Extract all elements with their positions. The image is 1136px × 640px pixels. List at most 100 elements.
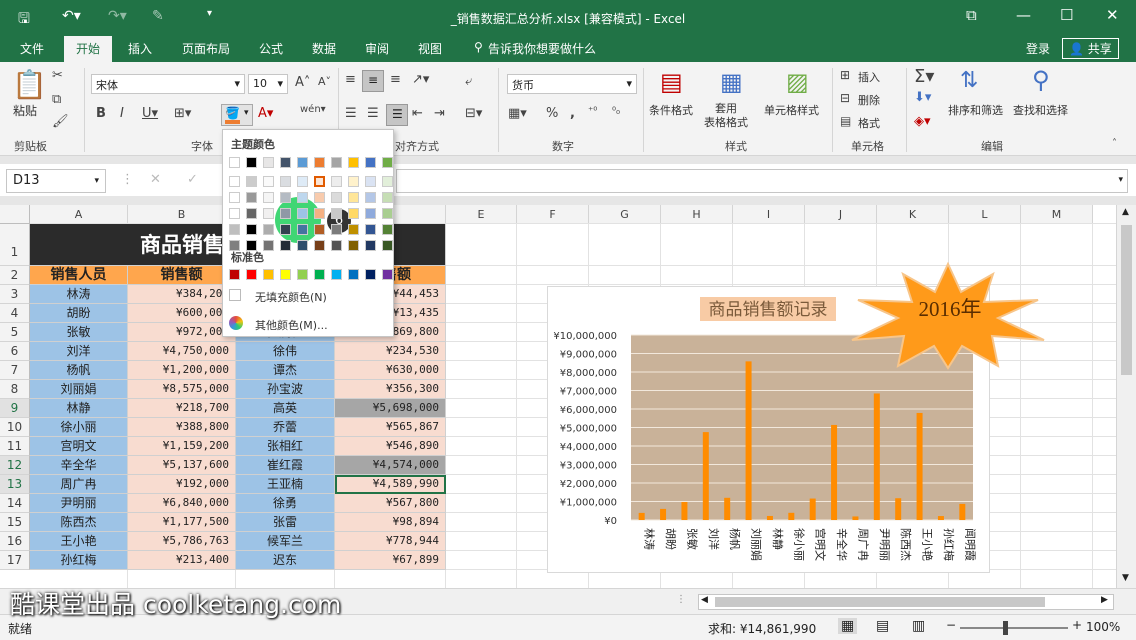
sales-amount-cell[interactable]: ¥4,750,000	[128, 342, 236, 361]
theme-color-swatch[interactable]	[246, 224, 257, 235]
bar[interactable]	[937, 516, 944, 520]
theme-color-swatch[interactable]	[382, 157, 393, 168]
theme-color-swatch[interactable]	[297, 224, 308, 235]
theme-color-swatch[interactable]	[280, 224, 291, 235]
sales-amount-cell[interactable]: ¥213,400	[128, 551, 236, 570]
page-layout-view-icon[interactable]: ▤	[876, 618, 889, 634]
theme-color-swatch[interactable]	[331, 208, 342, 219]
theme-color-swatch[interactable]	[331, 192, 342, 203]
zoom-level[interactable]: 100%	[1086, 620, 1120, 634]
theme-color-swatch[interactable]	[348, 157, 359, 168]
row-header[interactable]: 4	[0, 304, 30, 323]
sales-amount-cell[interactable]: ¥630,000	[335, 361, 446, 380]
theme-color-swatch[interactable]	[280, 240, 291, 251]
salesperson-cell[interactable]: 乔蕾	[236, 418, 335, 437]
salesperson-cell[interactable]: 周广冉	[30, 475, 128, 494]
theme-color-swatch[interactable]	[229, 224, 240, 235]
sales-amount-cell[interactable]: ¥4,589,990	[335, 475, 446, 494]
theme-color-swatch[interactable]	[365, 192, 376, 203]
theme-color-swatch[interactable]	[314, 157, 325, 168]
standard-color-swatch[interactable]	[314, 269, 325, 280]
bar[interactable]	[681, 502, 688, 520]
tab-file[interactable]: 文件	[16, 40, 48, 57]
standard-color-swatch[interactable]	[246, 269, 257, 280]
sales-amount-cell[interactable]: ¥356,300	[335, 380, 446, 399]
theme-color-swatch[interactable]	[348, 208, 359, 219]
salesperson-cell[interactable]: 徐伟	[236, 342, 335, 361]
sales-amount-cell[interactable]: ¥567,800	[335, 494, 446, 513]
row-header[interactable]: 10	[0, 418, 30, 437]
column-title-cell[interactable]: 销售额	[128, 266, 236, 285]
ribbon-display-icon[interactable]: ⧉	[966, 6, 977, 24]
bar[interactable]	[724, 497, 731, 520]
align-middle-button[interactable]: ≡	[362, 70, 384, 92]
underline-icon[interactable]: U▾	[142, 106, 158, 121]
align-center-icon[interactable]: ☰	[367, 106, 379, 121]
no-fill-option[interactable]: 无填充颜色(N)	[255, 289, 327, 305]
bar[interactable]	[809, 498, 816, 520]
cut-icon[interactable]: ✂	[52, 68, 63, 83]
standard-color-swatch[interactable]	[297, 269, 308, 280]
share-button[interactable]: 👤 共享	[1062, 38, 1119, 59]
theme-color-swatch[interactable]	[314, 208, 325, 219]
merge-center-icon[interactable]: ⊟▾	[465, 106, 482, 121]
theme-color-swatch[interactable]	[365, 157, 376, 168]
sales-amount-cell[interactable]: ¥8,575,000	[128, 380, 236, 399]
vertical-scroll-thumb[interactable]	[1121, 225, 1132, 375]
cancel-entry-icon[interactable]: ✕	[150, 172, 161, 187]
column-header[interactable]: M	[1021, 205, 1093, 224]
salesperson-cell[interactable]: 徐勇	[236, 494, 335, 513]
column-header[interactable]: E	[446, 205, 517, 224]
tab-home[interactable]: 开始	[64, 36, 113, 62]
indent-decrease-icon[interactable]: ⇤	[412, 106, 423, 121]
salesperson-cell[interactable]: 宫明文	[30, 437, 128, 456]
row-header[interactable]: 5	[0, 323, 30, 342]
theme-color-swatch[interactable]	[263, 157, 274, 168]
row-header[interactable]: 6	[0, 342, 30, 361]
theme-color-swatch[interactable]	[331, 157, 342, 168]
salesperson-cell[interactable]: 张雷	[236, 513, 335, 532]
salesperson-cell[interactable]: 高英	[236, 399, 335, 418]
sales-amount-cell[interactable]: ¥1,177,500	[128, 513, 236, 532]
sales-amount-cell[interactable]: ¥6,840,000	[128, 494, 236, 513]
align-bottom-icon[interactable]: ≡	[390, 72, 401, 87]
clear-icon[interactable]: ◈▾	[914, 114, 931, 129]
year-badge-burst[interactable]: 2016年	[848, 262, 1048, 370]
standard-color-swatch[interactable]	[365, 269, 376, 280]
page-break-view-icon[interactable]: ▥	[912, 618, 925, 634]
bar[interactable]	[745, 361, 752, 520]
tab-insert[interactable]: 插入	[124, 40, 156, 57]
theme-color-swatch[interactable]	[365, 224, 376, 235]
sort-filter-icon[interactable]: ⇅	[960, 68, 978, 93]
insert-cells-icon[interactable]: ⊞	[840, 68, 850, 82]
sales-amount-cell[interactable]: ¥5,137,600	[128, 456, 236, 475]
increase-font-icon[interactable]: A˄	[295, 75, 310, 90]
salesperson-cell[interactable]: 陈西杰	[30, 513, 128, 532]
insert-cells-label[interactable]: 插入	[858, 69, 880, 85]
row-header[interactable]: 2	[0, 266, 30, 285]
sales-amount-cell[interactable]: ¥388,800	[128, 418, 236, 437]
theme-color-swatch[interactable]	[382, 192, 393, 203]
bar[interactable]	[660, 508, 667, 520]
vertical-scrollbar[interactable]: ▲ ▼	[1116, 205, 1136, 588]
conditional-format-label[interactable]: 条件格式	[649, 102, 693, 118]
cell-style-label[interactable]: 单元格样式	[764, 102, 819, 118]
fill-color-palette[interactable]: 主题颜色 标准色 无填充颜色(N) 其他颜色(M)... 6	[222, 129, 394, 337]
salesperson-cell[interactable]: 王小艳	[30, 532, 128, 551]
align-right-button[interactable]: ☰	[386, 104, 408, 126]
formula-input[interactable]: ▾	[396, 169, 1128, 193]
theme-color-swatch[interactable]	[331, 176, 342, 187]
theme-color-swatch[interactable]	[314, 224, 325, 235]
border-icon[interactable]: ⊞▾	[174, 106, 191, 121]
tab-data[interactable]: 数据	[308, 40, 340, 57]
theme-color-swatch[interactable]	[229, 192, 240, 203]
row-header[interactable]: 12	[0, 456, 30, 475]
theme-color-swatch[interactable]	[297, 157, 308, 168]
theme-color-swatch[interactable]	[314, 192, 325, 203]
sales-amount-cell[interactable]: ¥5,698,000	[335, 399, 446, 418]
comma-icon[interactable]: ,	[570, 106, 575, 121]
theme-color-swatch[interactable]	[246, 192, 257, 203]
normal-view-icon[interactable]: ▦	[838, 618, 858, 634]
bar[interactable]	[702, 432, 709, 520]
row-header[interactable]: 13	[0, 475, 30, 494]
